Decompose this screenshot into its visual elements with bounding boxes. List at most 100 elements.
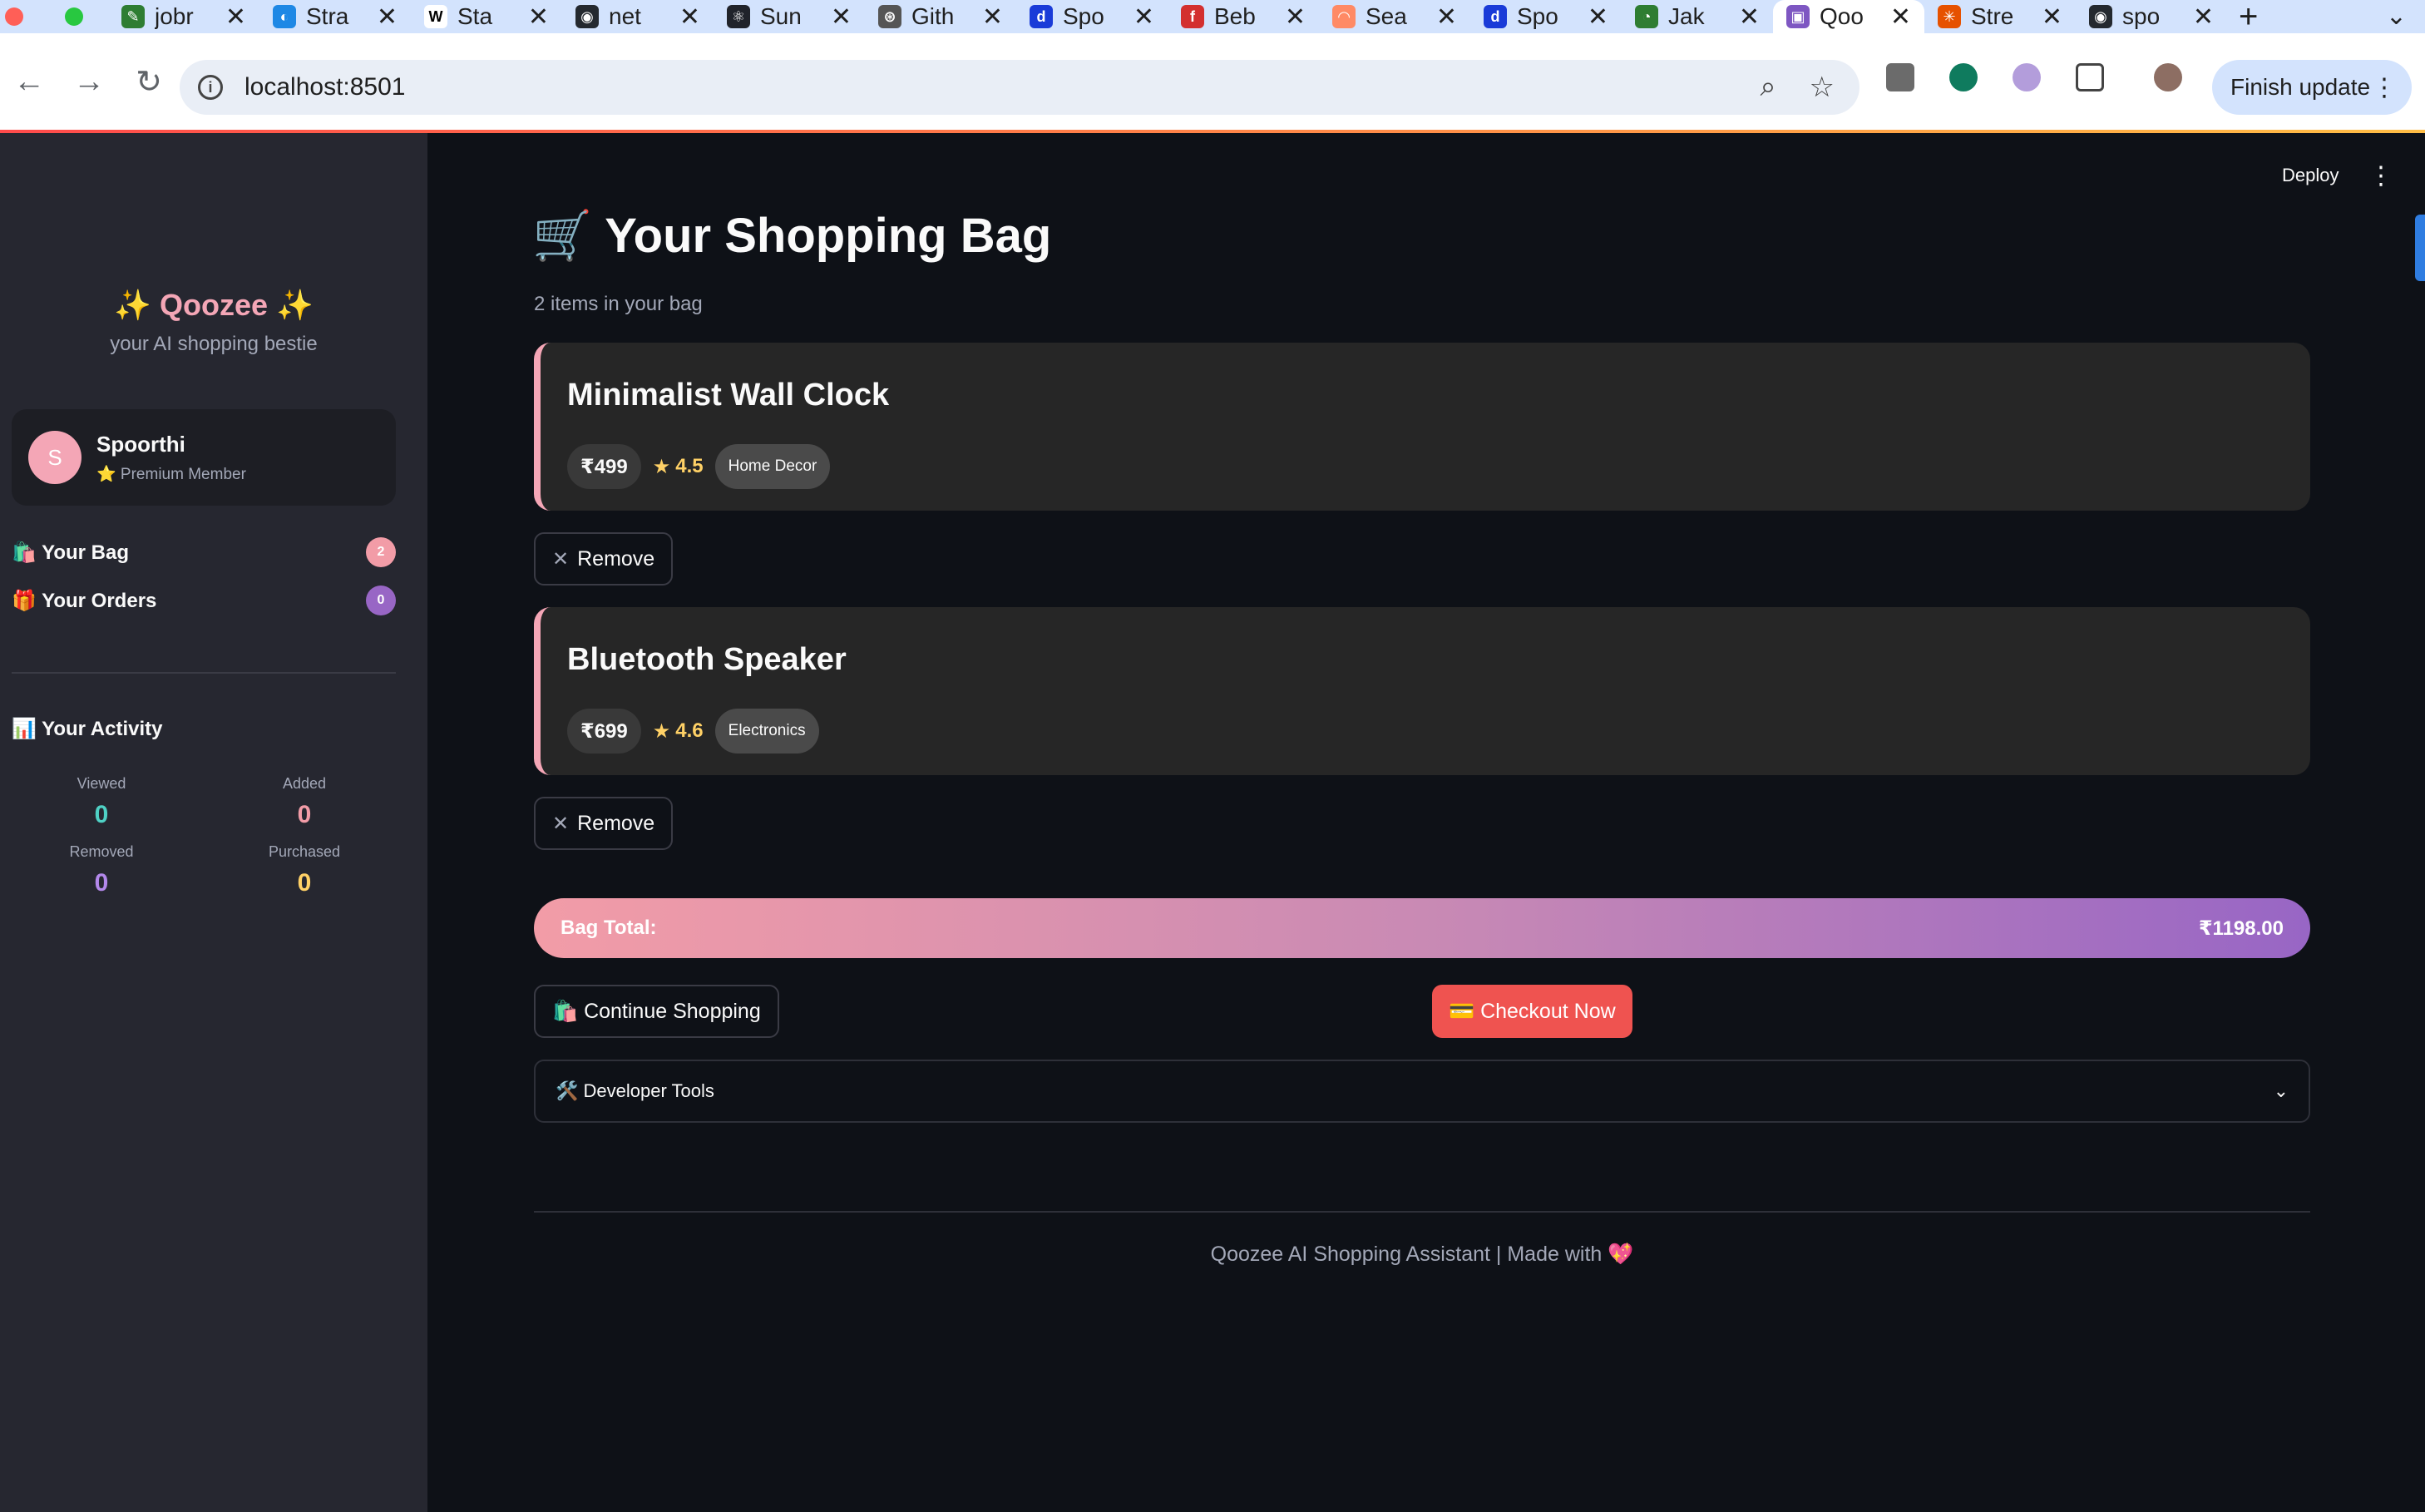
page-title: 🛒 Your Shopping Bag (532, 209, 1052, 263)
tab-label: Spo (1517, 3, 1558, 29)
stat-added: Added 0 (221, 775, 388, 829)
sidebar-item-bag[interactable]: 🛍️ Your Bag 2 (12, 536, 396, 569)
tab-favicon-icon: ⊛ (878, 5, 901, 28)
browser-tabs: ✎ jobr ✕ ◐ Stra ✕ W Sta ✕ ◉ net ✕ ⚛ Sun ✕ ⊛ Gith ✕ d Spo ✕ f B… (108, 0, 2425, 36)
tab-search-icon[interactable]: ⌄ (2386, 2, 2407, 31)
checkout-button[interactable]: 💳 Checkout Now (1432, 985, 1632, 1038)
close-tab-icon[interactable]: ✕ (679, 2, 700, 32)
close-tab-icon[interactable]: ✕ (1739, 2, 1760, 32)
browser-tab[interactable]: ⚛ Sun ✕ (714, 0, 865, 33)
extension-icon[interactable] (1949, 63, 1978, 91)
close-tab-icon[interactable]: ✕ (2042, 2, 2062, 32)
forward-icon[interactable]: → (60, 64, 118, 100)
stat-purchased: Purchased 0 (221, 843, 388, 897)
browser-tab[interactable]: f Beb ✕ (1168, 0, 1319, 33)
close-tab-icon[interactable]: ✕ (377, 2, 398, 32)
close-tab-icon[interactable]: ✕ (528, 2, 549, 32)
item-name: Bluetooth Speaker (567, 642, 847, 677)
new-tab-icon[interactable]: + (2239, 0, 2258, 36)
main-menu-icon[interactable]: ⋮ (2368, 161, 2393, 190)
profile-avatar[interactable] (2154, 63, 2182, 91)
browser-tab[interactable]: W Sta ✕ (411, 0, 562, 33)
stat-viewed: Viewed 0 (18, 775, 185, 829)
bag-item-card: Bluetooth Speaker ₹699 ★ 4.6 Electronics (534, 607, 2310, 775)
sidebar-item-orders[interactable]: 🎁 Your Orders 0 (12, 584, 396, 617)
reload-icon[interactable]: ↻ (120, 63, 178, 101)
window-controls (0, 7, 108, 26)
more-vert-icon: ⋮ (2372, 73, 2397, 101)
sidebar-item-label: 🛍️ Your Bag (12, 541, 130, 564)
browser-tab[interactable]: ◔ Jak ✕ (1622, 0, 1773, 33)
tab-favicon-icon: d (1030, 5, 1053, 28)
browser-tab[interactable]: ▣ Qoo ✕ (1773, 0, 1924, 33)
user-name: Spoorthi (96, 431, 185, 457)
total-value: ₹1198.00 (2198, 917, 2284, 940)
remove-button[interactable]: ✕ Remove (534, 797, 674, 850)
brand-title: ✨ Qoozee ✨ (114, 288, 314, 322)
tab-favicon-icon: ▣ (1786, 5, 1810, 28)
close-window-button[interactable] (5, 7, 23, 26)
sidebar-divider (12, 672, 396, 674)
close-tab-icon[interactable]: ✕ (1436, 2, 1457, 32)
orders-count-badge: 0 (366, 586, 396, 615)
close-tab-icon[interactable]: ✕ (831, 2, 852, 32)
brand-tagline: your AI shopping bestie (110, 333, 318, 355)
category-pill: Home Decor (714, 444, 831, 489)
close-tab-icon[interactable]: ✕ (1133, 2, 1154, 32)
puzzle-icon[interactable] (2076, 63, 2104, 91)
stat-value: 0 (297, 869, 312, 897)
close-tab-icon[interactable]: ✕ (1588, 2, 1608, 32)
extension-icon[interactable] (2013, 63, 2041, 91)
browser-tab[interactable]: d Spo ✕ (1470, 0, 1622, 33)
deploy-button[interactable]: Deploy (2282, 165, 2339, 186)
rating: ★ 4.5 (653, 455, 704, 479)
site-info-icon[interactable]: i (198, 75, 223, 100)
remove-button[interactable]: ✕ Remove (534, 532, 674, 586)
item-name: Minimalist Wall Clock (567, 378, 890, 413)
back-icon[interactable]: ← (0, 64, 58, 100)
scroll-indicator[interactable] (2415, 215, 2425, 281)
close-tab-icon[interactable]: ✕ (2193, 2, 2214, 32)
expander-label: 🛠️ Developer Tools (556, 1080, 714, 1101)
close-tab-icon[interactable]: ✕ (1890, 2, 1911, 32)
footer-divider (534, 1211, 2310, 1213)
close-tab-icon[interactable]: ✕ (225, 2, 246, 32)
browser-tab[interactable]: d Spo ✕ (1016, 0, 1168, 33)
tab-label: Stra (306, 3, 349, 29)
stat-label: Removed (69, 843, 134, 860)
continue-shopping-button[interactable]: 🛍️ Continue Shopping (534, 985, 779, 1038)
minimize-window-button[interactable] (35, 7, 53, 26)
tab-label: Sea (1366, 3, 1407, 29)
extensions-area (1886, 63, 2182, 91)
tab-favicon-icon: ⚛ (727, 5, 750, 28)
close-icon: ✕ (552, 547, 570, 571)
url-text[interactable]: localhost:8501 (244, 73, 405, 101)
tab-label: Stre (1971, 3, 2014, 29)
browser-tab[interactable]: ◐ Stra ✕ (259, 0, 411, 33)
tab-label: Gith (911, 3, 955, 29)
tab-favicon-icon: ◔ (1635, 5, 1658, 28)
bookmark-star-icon[interactable]: ☆ (1810, 71, 1835, 104)
tab-label: Jak (1668, 3, 1705, 29)
tab-label: Spo (1063, 3, 1104, 29)
browser-tab[interactable]: ◠ Sea ✕ (1319, 0, 1470, 33)
address-bar[interactable]: i localhost:8501 ⌕ ☆ (180, 60, 1859, 115)
browser-tab[interactable]: ⊛ Gith ✕ (865, 0, 1016, 33)
rating-value: 4.6 (675, 719, 704, 742)
tab-favicon-icon: ✎ (121, 5, 145, 28)
browser-tab[interactable]: ✎ jobr ✕ (108, 0, 259, 33)
close-tab-icon[interactable]: ✕ (1285, 2, 1306, 32)
close-tab-icon[interactable]: ✕ (982, 2, 1003, 32)
extension-icon[interactable] (1886, 63, 1914, 91)
browser-tab[interactable]: ◉ net ✕ (562, 0, 714, 33)
browser-tab[interactable]: ◉ spo ✕ (2076, 0, 2227, 33)
finish-update-button[interactable]: Finish update ⋮ (2212, 60, 2412, 115)
stat-value: 0 (297, 801, 312, 828)
browser-tab[interactable]: ✳ Stre ✕ (1924, 0, 2076, 33)
maximize-window-button[interactable] (65, 7, 83, 26)
tab-favicon-icon: ◉ (575, 5, 599, 28)
tab-favicon-icon: d (1484, 5, 1507, 28)
tab-label: Sun (760, 3, 802, 29)
developer-tools-expander[interactable]: 🛠️ Developer Tools ⌄ (534, 1060, 2310, 1123)
zoom-icon[interactable]: ⌕ (1760, 71, 1776, 104)
